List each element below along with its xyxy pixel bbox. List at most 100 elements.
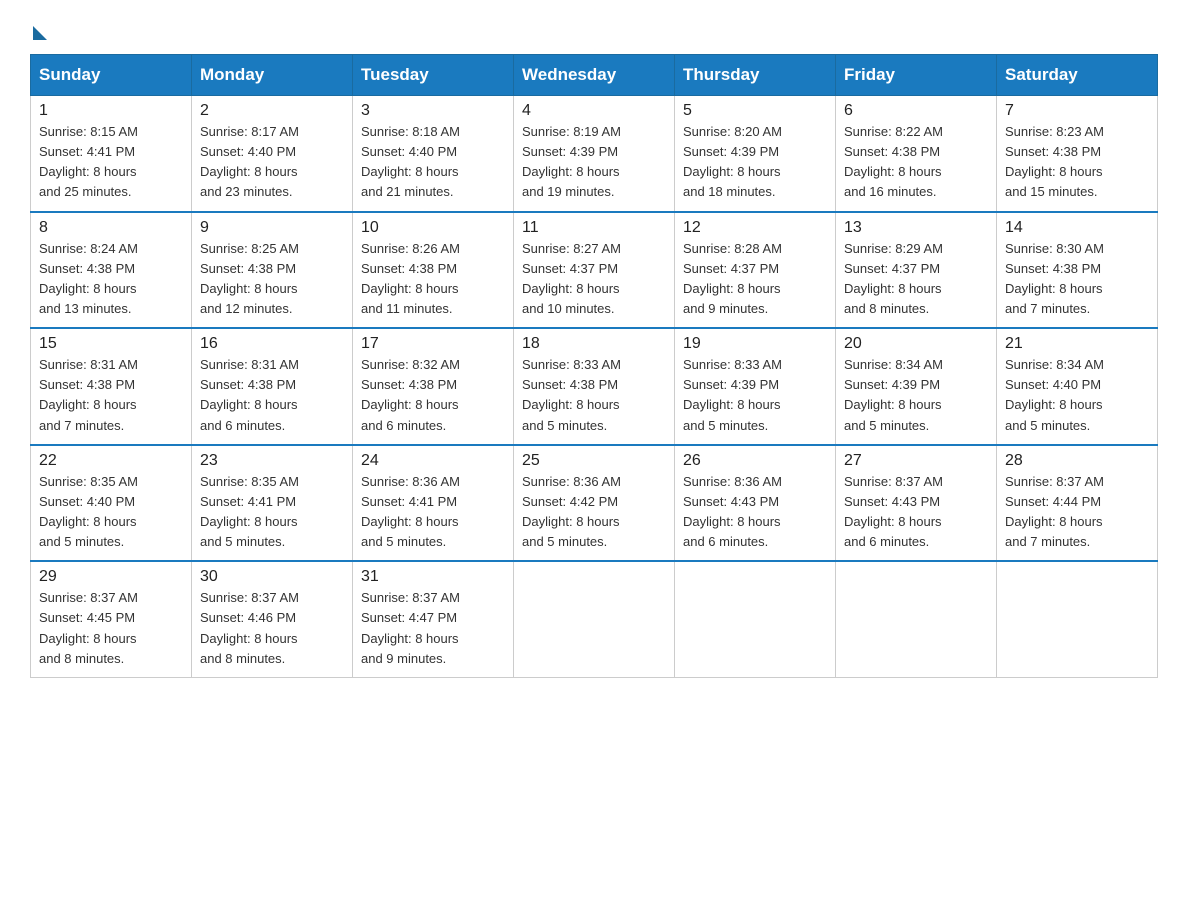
day-info: Sunrise: 8:25 AMSunset: 4:38 PMDaylight:…	[200, 239, 344, 320]
day-info: Sunrise: 8:37 AMSunset: 4:47 PMDaylight:…	[361, 588, 505, 669]
day-cell-6: 6 Sunrise: 8:22 AMSunset: 4:38 PMDaylight…	[836, 96, 997, 212]
day-info: Sunrise: 8:30 AMSunset: 4:38 PMDaylight:…	[1005, 239, 1149, 320]
day-info: Sunrise: 8:26 AMSunset: 4:38 PMDaylight:…	[361, 239, 505, 320]
day-info: Sunrise: 8:15 AMSunset: 4:41 PMDaylight:…	[39, 122, 183, 203]
day-info: Sunrise: 8:28 AMSunset: 4:37 PMDaylight:…	[683, 239, 827, 320]
day-info: Sunrise: 8:33 AMSunset: 4:39 PMDaylight:…	[683, 355, 827, 436]
day-number: 19	[683, 335, 827, 353]
day-number: 13	[844, 219, 988, 237]
day-number: 26	[683, 452, 827, 470]
weekday-header-tuesday: Tuesday	[353, 55, 514, 96]
day-info: Sunrise: 8:18 AMSunset: 4:40 PMDaylight:…	[361, 122, 505, 203]
day-number: 12	[683, 219, 827, 237]
day-info: Sunrise: 8:33 AMSunset: 4:38 PMDaylight:…	[522, 355, 666, 436]
day-number: 15	[39, 335, 183, 353]
day-info: Sunrise: 8:17 AMSunset: 4:40 PMDaylight:…	[200, 122, 344, 203]
day-number: 6	[844, 102, 988, 120]
day-number: 2	[200, 102, 344, 120]
day-number: 20	[844, 335, 988, 353]
day-number: 11	[522, 219, 666, 237]
day-info: Sunrise: 8:19 AMSunset: 4:39 PMDaylight:…	[522, 122, 666, 203]
empty-cell	[514, 561, 675, 677]
day-cell-15: 15Sunrise: 8:31 AMSunset: 4:38 PMDayligh…	[31, 328, 192, 445]
day-info: Sunrise: 8:20 AMSunset: 4:39 PMDaylight:…	[683, 122, 827, 203]
day-number: 14	[1005, 219, 1149, 237]
day-number: 9	[200, 219, 344, 237]
day-cell-29: 29 Sunrise: 8:37 AMSunset: 4:45 PMDayligh…	[31, 561, 192, 677]
day-cell-9: 9 Sunrise: 8:25 AMSunset: 4:38 PMDaylight…	[192, 212, 353, 329]
page-header	[30, 20, 1158, 36]
day-number: 31	[361, 568, 505, 586]
day-info: Sunrise: 8:34 AMSunset: 4:40 PMDaylight:…	[1005, 355, 1149, 436]
day-cell-22: 22 Sunrise: 8:35 AMSunset: 4:40 PMDayligh…	[31, 445, 192, 562]
day-info: Sunrise: 8:29 AMSunset: 4:37 PMDaylight:…	[844, 239, 988, 320]
day-info: Sunrise: 8:37 AMSunset: 4:43 PMDaylight:…	[844, 472, 988, 553]
day-cell-11: 11 Sunrise: 8:27 AMSunset: 4:37 PMDayligh…	[514, 212, 675, 329]
day-info: Sunrise: 8:32 AMSunset: 4:38 PMDaylight:…	[361, 355, 505, 436]
day-number: 1	[39, 102, 183, 120]
calendar-table: SundayMondayTuesdayWednesdayThursdayFrid…	[30, 54, 1158, 678]
logo	[30, 20, 47, 36]
day-number: 8	[39, 219, 183, 237]
day-number: 5	[683, 102, 827, 120]
empty-cell	[675, 561, 836, 677]
day-info: Sunrise: 8:22 AMSunset: 4:38 PMDaylight:…	[844, 122, 988, 203]
day-info: Sunrise: 8:24 AMSunset: 4:38 PMDaylight:…	[39, 239, 183, 320]
day-number: 28	[1005, 452, 1149, 470]
day-info: Sunrise: 8:36 AMSunset: 4:43 PMDaylight:…	[683, 472, 827, 553]
weekday-header-row: SundayMondayTuesdayWednesdayThursdayFrid…	[31, 55, 1158, 96]
week-row-5: 29 Sunrise: 8:37 AMSunset: 4:45 PMDayligh…	[31, 561, 1158, 677]
day-cell-17: 17Sunrise: 8:32 AMSunset: 4:38 PMDayligh…	[353, 328, 514, 445]
day-cell-18: 18 Sunrise: 8:33 AMSunset: 4:38 PMDayligh…	[514, 328, 675, 445]
weekday-header-saturday: Saturday	[997, 55, 1158, 96]
day-info: Sunrise: 8:36 AMSunset: 4:41 PMDaylight:…	[361, 472, 505, 553]
day-number: 16	[200, 335, 344, 353]
day-cell-13: 13 Sunrise: 8:29 AMSunset: 4:37 PMDayligh…	[836, 212, 997, 329]
logo-arrow-icon	[33, 26, 47, 40]
day-cell-14: 14 Sunrise: 8:30 AMSunset: 4:38 PMDayligh…	[997, 212, 1158, 329]
day-number: 21	[1005, 335, 1149, 353]
weekday-header-thursday: Thursday	[675, 55, 836, 96]
day-info: Sunrise: 8:35 AMSunset: 4:41 PMDaylight:…	[200, 472, 344, 553]
day-info: Sunrise: 8:27 AMSunset: 4:37 PMDaylight:…	[522, 239, 666, 320]
day-number: 3	[361, 102, 505, 120]
day-number: 27	[844, 452, 988, 470]
day-info: Sunrise: 8:36 AMSunset: 4:42 PMDaylight:…	[522, 472, 666, 553]
day-cell-26: 26 Sunrise: 8:36 AMSunset: 4:43 PMDayligh…	[675, 445, 836, 562]
week-row-2: 8 Sunrise: 8:24 AMSunset: 4:38 PMDaylight…	[31, 212, 1158, 329]
day-cell-28: 28 Sunrise: 8:37 AMSunset: 4:44 PMDayligh…	[997, 445, 1158, 562]
day-info: Sunrise: 8:34 AMSunset: 4:39 PMDaylight:…	[844, 355, 988, 436]
day-cell-31: 31 Sunrise: 8:37 AMSunset: 4:47 PMDayligh…	[353, 561, 514, 677]
empty-cell	[997, 561, 1158, 677]
day-number: 29	[39, 568, 183, 586]
day-cell-16: 16Sunrise: 8:31 AMSunset: 4:38 PMDayligh…	[192, 328, 353, 445]
day-number: 10	[361, 219, 505, 237]
day-number: 7	[1005, 102, 1149, 120]
weekday-header-sunday: Sunday	[31, 55, 192, 96]
weekday-header-wednesday: Wednesday	[514, 55, 675, 96]
day-number: 30	[200, 568, 344, 586]
day-number: 23	[200, 452, 344, 470]
day-number: 22	[39, 452, 183, 470]
day-cell-1: 1 Sunrise: 8:15 AMSunset: 4:41 PMDaylight…	[31, 96, 192, 212]
week-row-1: 1 Sunrise: 8:15 AMSunset: 4:41 PMDaylight…	[31, 96, 1158, 212]
day-cell-21: 21 Sunrise: 8:34 AMSunset: 4:40 PMDayligh…	[997, 328, 1158, 445]
day-cell-25: 25Sunrise: 8:36 AMSunset: 4:42 PMDayligh…	[514, 445, 675, 562]
weekday-header-friday: Friday	[836, 55, 997, 96]
day-number: 18	[522, 335, 666, 353]
day-cell-7: 7 Sunrise: 8:23 AMSunset: 4:38 PMDaylight…	[997, 96, 1158, 212]
day-info: Sunrise: 8:23 AMSunset: 4:38 PMDaylight:…	[1005, 122, 1149, 203]
day-info: Sunrise: 8:37 AMSunset: 4:44 PMDaylight:…	[1005, 472, 1149, 553]
day-info: Sunrise: 8:37 AMSunset: 4:46 PMDaylight:…	[200, 588, 344, 669]
day-cell-5: 5 Sunrise: 8:20 AMSunset: 4:39 PMDaylight…	[675, 96, 836, 212]
day-cell-20: 20 Sunrise: 8:34 AMSunset: 4:39 PMDayligh…	[836, 328, 997, 445]
day-info: Sunrise: 8:37 AMSunset: 4:45 PMDaylight:…	[39, 588, 183, 669]
day-info: Sunrise: 8:35 AMSunset: 4:40 PMDaylight:…	[39, 472, 183, 553]
empty-cell	[836, 561, 997, 677]
day-cell-12: 12 Sunrise: 8:28 AMSunset: 4:37 PMDayligh…	[675, 212, 836, 329]
day-cell-19: 19 Sunrise: 8:33 AMSunset: 4:39 PMDayligh…	[675, 328, 836, 445]
day-cell-4: 4 Sunrise: 8:19 AMSunset: 4:39 PMDaylight…	[514, 96, 675, 212]
day-number: 4	[522, 102, 666, 120]
day-cell-30: 30 Sunrise: 8:37 AMSunset: 4:46 PMDayligh…	[192, 561, 353, 677]
day-cell-27: 27 Sunrise: 8:37 AMSunset: 4:43 PMDayligh…	[836, 445, 997, 562]
